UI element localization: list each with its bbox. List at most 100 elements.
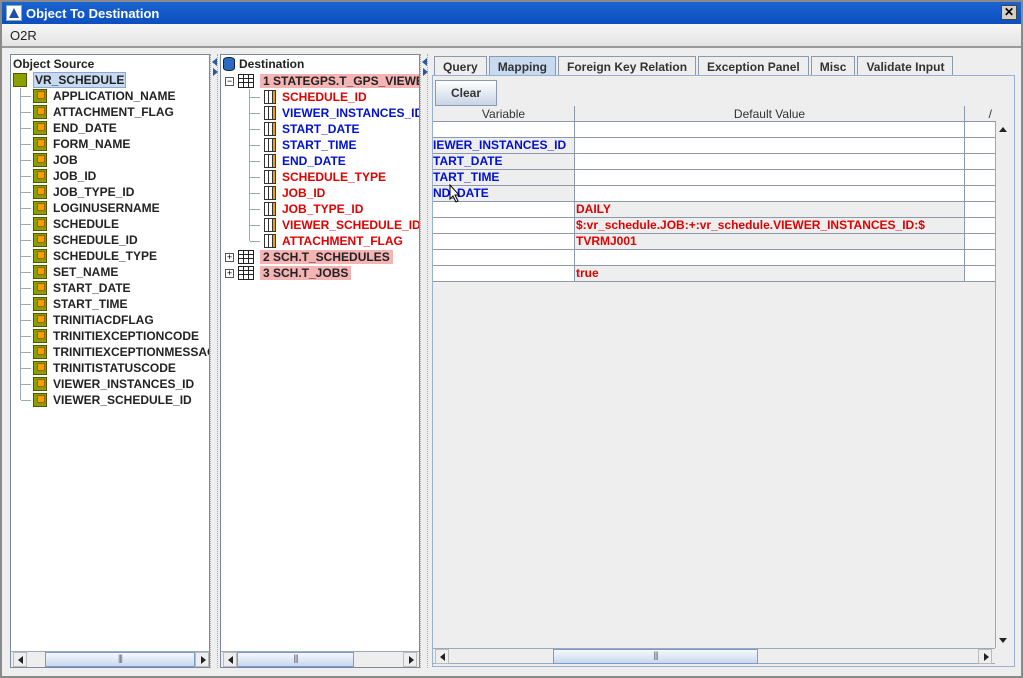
source-field-node[interactable]: END_DATE [33,120,117,136]
source-field-node[interactable]: FORM_NAME [33,136,130,152]
source-field-node[interactable]: SET_NAME [33,264,118,280]
collapse-left-icon[interactable] [212,58,217,66]
source-field-node[interactable]: TRINITIEXCEPTIONMESSAGE [33,344,209,360]
destination-table-node[interactable]: − 1 STATEGPS.T_GPS_VIEWER [225,73,419,89]
right-splitter[interactable] [420,54,428,668]
source-field-node[interactable]: TRINITIACDFLAG [33,312,154,328]
source-field-node[interactable]: VIEWER_SCHEDULE_ID [33,392,192,408]
source-field-node[interactable]: TRINITIEXCEPTIONCODE [33,328,199,344]
table-row[interactable]: TART_TIME [433,170,996,186]
destination-column-node[interactable]: SCHEDULE_TYPE [264,169,386,185]
default-value-cell[interactable] [575,138,965,153]
scroll-down-button[interactable] [996,633,1011,648]
table-row[interactable]: $:vr_schedule.JOB:+:vr_schedule.VIEWER_I… [433,218,996,234]
scroll-right-button[interactable] [195,652,209,667]
source-field-node[interactable]: SCHEDULE_ID [33,232,138,248]
tab-misc[interactable]: Misc [810,56,856,76]
source-field-node[interactable]: VIEWER_INSTANCES_ID [33,376,194,392]
scroll-right-button[interactable] [403,652,417,667]
variable-cell[interactable] [433,202,575,217]
destination-table-node[interactable]: +3 SCH.T_JOBS [225,265,352,281]
destination-column-node[interactable]: SCHEDULE_ID [264,89,367,105]
extra-cell[interactable] [965,234,996,249]
extra-cell[interactable] [965,138,996,153]
table-row[interactable] [433,122,996,138]
destination-column-node[interactable]: START_DATE [264,121,360,137]
tab-exception-panel[interactable]: Exception Panel [698,56,809,76]
destination-column-node[interactable]: JOB_ID [264,185,325,201]
variable-cell[interactable] [433,250,575,265]
column-header-extra[interactable]: / [965,106,996,122]
destination-horizontal-scrollbar[interactable] [221,651,419,667]
extra-cell[interactable] [965,186,996,201]
default-value-cell[interactable]: $:vr_schedule.JOB:+:vr_schedule.VIEWER_I… [575,218,965,233]
mapping-vertical-scrollbar[interactable] [995,122,1011,648]
table-row[interactable]: TVRMJ001 [433,234,996,250]
table-row[interactable]: ND_DATE [433,186,996,202]
column-header-default-value[interactable]: Default Value [575,106,965,122]
variable-cell[interactable] [433,234,575,249]
extra-cell[interactable] [965,266,996,281]
variable-cell[interactable] [433,266,575,281]
tab-query[interactable]: Query [434,56,487,76]
table-row[interactable]: DAILY [433,202,996,218]
scroll-left-button[interactable] [223,652,237,667]
default-value-cell[interactable] [575,170,965,185]
collapse-icon[interactable]: − [225,76,234,86]
tab-mapping[interactable]: Mapping [488,56,557,76]
source-field-node[interactable]: SCHEDULE_TYPE [33,248,157,264]
scroll-thumb[interactable] [553,649,758,664]
tab-validate-input[interactable]: Validate Input [857,56,954,76]
source-field-node[interactable]: ATTACHMENT_FLAG [33,104,174,120]
close-button[interactable]: ✕ [1001,5,1017,20]
default-value-cell[interactable] [575,250,965,265]
destination-column-node[interactable]: VIEWER_INSTANCES_ID [264,105,419,121]
destination-column-node[interactable]: END_DATE [264,153,346,169]
expand-icon[interactable]: + [225,252,234,262]
extra-cell[interactable] [965,202,996,217]
scroll-left-button[interactable] [435,649,449,664]
table-row[interactable]: TART_DATE [433,154,996,170]
source-field-node[interactable]: JOB_TYPE_ID [33,184,134,200]
source-field-node[interactable]: SCHEDULE [33,216,119,232]
extra-cell[interactable] [965,170,996,185]
scroll-left-button[interactable] [13,652,27,667]
default-value-cell[interactable] [575,154,965,169]
extra-cell[interactable] [965,250,996,265]
variable-cell[interactable]: TART_TIME [433,170,575,185]
source-field-node[interactable]: APPLICATION_NAME [33,88,175,104]
destination-column-node[interactable]: START_TIME [264,137,356,153]
source-horizontal-scrollbar[interactable] [11,651,209,667]
source-field-node[interactable]: START_DATE [33,280,131,296]
variable-cell[interactable]: TART_DATE [433,154,575,169]
expand-icon[interactable]: + [225,268,234,278]
destination-column-node[interactable]: VIEWER_SCHEDULE_ID [264,217,419,233]
source-root-node[interactable]: VR_SCHEDULE [13,72,127,88]
collapse-left-icon[interactable] [422,58,427,66]
source-field-node[interactable]: JOB_ID [33,168,96,184]
scroll-up-button[interactable] [996,122,1011,137]
column-header-variable[interactable]: Variable [433,106,575,122]
source-field-node[interactable]: JOB [33,152,78,168]
variable-cell[interactable]: IEWER_INSTANCES_ID [433,138,575,153]
variable-cell[interactable] [433,122,575,137]
default-value-cell[interactable]: true [575,266,965,281]
table-row[interactable] [433,250,996,266]
default-value-cell[interactable] [575,186,965,201]
extra-cell[interactable] [965,154,996,169]
source-field-node[interactable]: LOGINUSERNAME [33,200,160,216]
source-field-node[interactable]: TRINITISTATUSCODE [33,360,176,376]
destination-table-node[interactable]: +2 SCH.T_SCHEDULES [225,249,393,265]
clear-button[interactable]: Clear [435,80,497,106]
scroll-right-button[interactable] [978,649,992,664]
destination-column-node[interactable]: ATTACHMENT_FLAG [264,233,403,249]
tab-foreign-key-relation[interactable]: Foreign Key Relation [558,56,697,76]
scroll-thumb[interactable] [237,652,354,667]
mapping-horizontal-scrollbar[interactable] [433,648,995,664]
expand-right-icon[interactable] [213,68,218,76]
scroll-thumb[interactable] [45,652,195,667]
source-field-node[interactable]: START_TIME [33,296,127,312]
default-value-cell[interactable]: TVRMJ001 [575,234,965,249]
table-row[interactable]: IEWER_INSTANCES_ID [433,138,996,154]
left-splitter[interactable] [210,54,218,668]
